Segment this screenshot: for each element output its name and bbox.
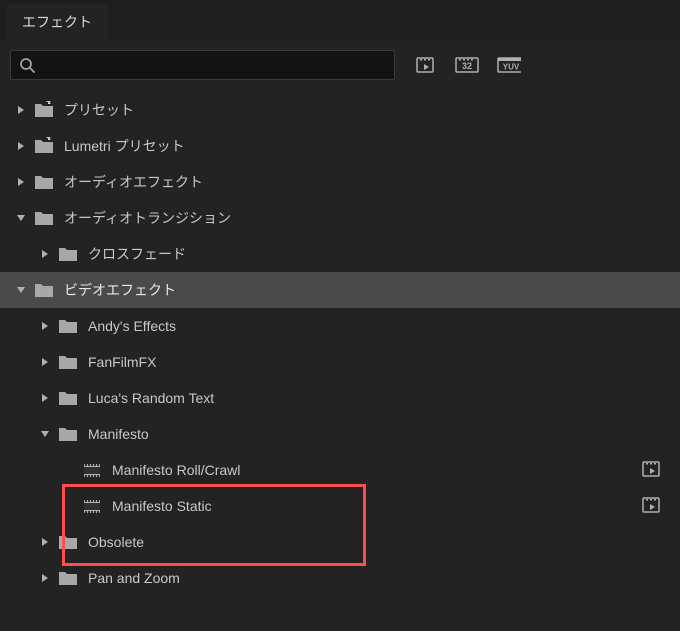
tree-item-manifesto-roll-crawl[interactable]: Manifesto Roll/Crawl — [0, 452, 680, 488]
effect-icon — [82, 497, 102, 515]
toolbar-row — [0, 40, 680, 90]
expand-arrow-icon[interactable] — [38, 356, 52, 368]
expand-arrow-icon[interactable] — [14, 104, 28, 116]
expand-arrow-icon[interactable] — [38, 320, 52, 332]
tree-label: クロスフェード — [88, 244, 186, 264]
tree-label: Manifesto Static — [112, 498, 212, 514]
folder-icon — [58, 533, 78, 551]
32bit-filter-button[interactable] — [455, 55, 479, 75]
expand-arrow-icon[interactable] — [38, 248, 52, 260]
folder-icon — [58, 353, 78, 371]
collapse-arrow-icon[interactable] — [14, 212, 28, 224]
tree-label: ビデオエフェクト — [64, 280, 176, 300]
tree-item-presets[interactable]: プリセット — [0, 92, 680, 128]
tab-effects[interactable]: エフェクト — [6, 4, 108, 40]
animated-preset-badge-icon — [642, 497, 660, 516]
animated-preset-badge-icon — [642, 461, 660, 480]
folder-icon — [58, 569, 78, 587]
expand-arrow-icon[interactable] — [14, 140, 28, 152]
tree-item-audio-effects[interactable]: オーディオエフェクト — [0, 164, 680, 200]
preset-bin-icon — [34, 137, 54, 155]
tree-item-andys-effects[interactable]: Andy's Effects — [0, 308, 680, 344]
collapse-arrow-icon[interactable] — [38, 428, 52, 440]
tree-label: Manifesto Roll/Crawl — [112, 462, 240, 478]
tree-item-lucas-random-text[interactable]: Luca's Random Text — [0, 380, 680, 416]
expand-arrow-icon[interactable] — [38, 536, 52, 548]
expand-arrow-icon[interactable] — [38, 572, 52, 584]
tree-label: プリセット — [64, 100, 134, 120]
folder-icon — [58, 425, 78, 443]
tree-label: Luca's Random Text — [88, 390, 214, 406]
tree-item-manifesto-static[interactable]: Manifesto Static — [0, 488, 680, 524]
tree-label: FanFilmFX — [88, 354, 156, 370]
folder-icon — [34, 209, 54, 227]
folder-icon — [58, 245, 78, 263]
search-box[interactable] — [10, 50, 395, 80]
tree-item-manifesto[interactable]: Manifesto — [0, 416, 680, 452]
expand-arrow-icon[interactable] — [38, 392, 52, 404]
effects-tree: プリセット Lumetri プリセット オーディオエフェクト オーディオトランジ… — [0, 90, 680, 596]
tree-item-pan-and-zoom[interactable]: Pan and Zoom — [0, 560, 680, 596]
effects-panel: エフェクト プリセット Lumetri プリセット — [0, 0, 680, 631]
animated-preset-filter-button[interactable] — [413, 55, 437, 75]
expand-arrow-icon[interactable] — [14, 176, 28, 188]
tree-item-obsolete[interactable]: Obsolete — [0, 524, 680, 560]
search-input[interactable] — [41, 58, 386, 73]
tree-label: Pan and Zoom — [88, 570, 180, 586]
folder-icon — [34, 173, 54, 191]
tree-label: オーディオエフェクト — [64, 172, 203, 192]
tree-item-lumetri-presets[interactable]: Lumetri プリセット — [0, 128, 680, 164]
folder-icon — [58, 317, 78, 335]
effect-icon — [82, 461, 102, 479]
tree-item-fanfilmfx[interactable]: FanFilmFX — [0, 344, 680, 380]
folder-icon — [58, 389, 78, 407]
tree-item-crossfade[interactable]: クロスフェード — [0, 236, 680, 272]
yuv-filter-button[interactable] — [497, 55, 521, 75]
tree-label: Andy's Effects — [88, 318, 176, 334]
tree-label: Lumetri プリセット — [64, 136, 185, 156]
tree-label: Manifesto — [88, 426, 149, 442]
tree-label: オーディオトランジション — [64, 208, 231, 228]
tree-item-video-effects[interactable]: ビデオエフェクト — [0, 272, 680, 308]
tree-label: Obsolete — [88, 534, 144, 550]
folder-icon — [34, 281, 54, 299]
collapse-arrow-icon[interactable] — [14, 284, 28, 296]
tree-item-audio-transitions[interactable]: オーディオトランジション — [0, 200, 680, 236]
preset-bin-icon — [34, 101, 54, 119]
search-icon — [19, 57, 35, 73]
tab-bar: エフェクト — [0, 0, 680, 40]
